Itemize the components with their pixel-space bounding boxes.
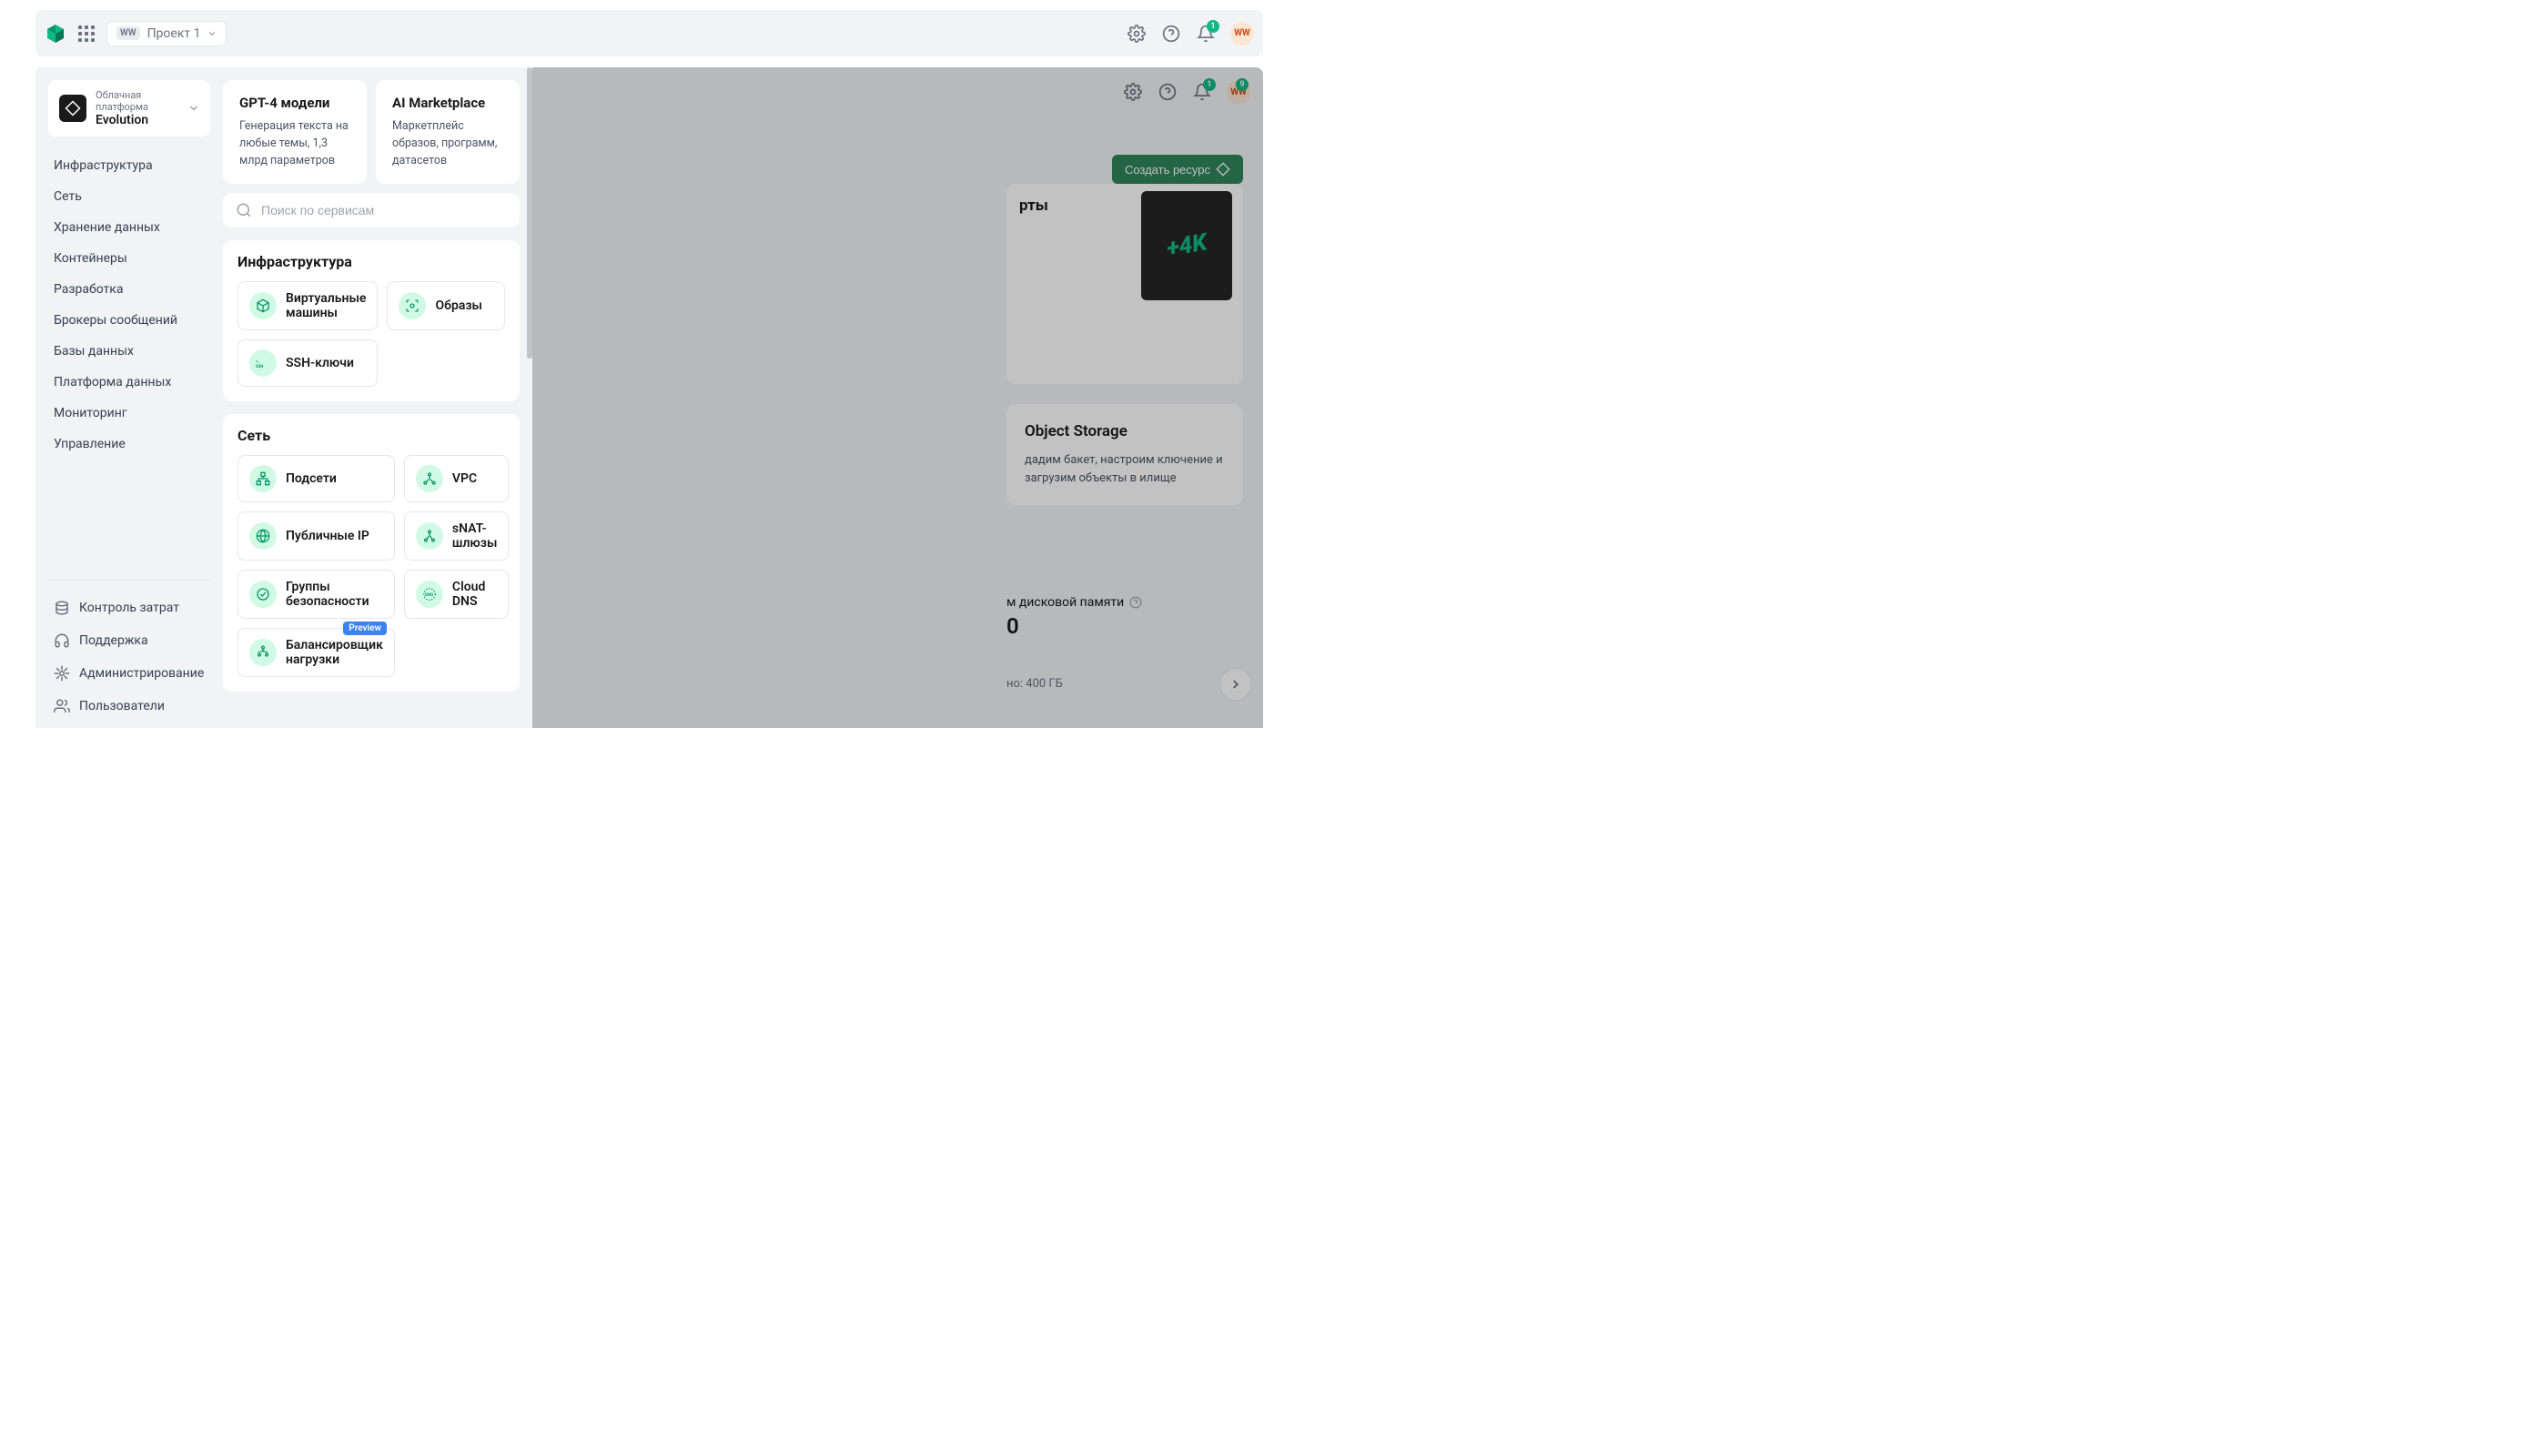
promo-marketplace[interactable]: AI Marketplace Маркетплейс образов, прог…: [376, 80, 520, 184]
svg-text:SSH: SSH: [256, 365, 263, 369]
coins-icon: [54, 600, 70, 616]
bell-icon[interactable]: 1: [1196, 24, 1216, 44]
scrollbar[interactable]: [527, 67, 532, 359]
svg-text:DNS: DNS: [425, 592, 433, 598]
nav-containers[interactable]: Контейнеры: [48, 244, 210, 273]
globe-icon: [249, 522, 277, 550]
notif-badge: 1: [1207, 20, 1219, 33]
support-link[interactable]: Поддержка: [48, 626, 210, 655]
platform-switcher[interactable]: Облачная платформа Evolution: [48, 80, 210, 136]
apps-grid-icon[interactable]: [76, 23, 97, 45]
svc-vpc[interactable]: VPC: [404, 455, 509, 502]
svc-cloud-dns[interactable]: DNS Cloud DNS: [404, 570, 509, 619]
balance-icon: [249, 639, 277, 666]
user-avatar[interactable]: WW: [1230, 22, 1254, 46]
chevron-down-icon: [188, 103, 199, 114]
scan-icon: [399, 292, 426, 319]
headset-icon: [54, 632, 70, 649]
cube-icon: [249, 292, 277, 319]
svg-text:>_: >_: [256, 360, 259, 365]
nav-network[interactable]: Сеть: [48, 182, 210, 211]
admin-link[interactable]: Администрирование: [48, 659, 210, 688]
svc-public-ip[interactable]: Публичные IP: [238, 511, 395, 561]
svc-security-groups[interactable]: Группы безопасности: [238, 570, 395, 619]
search-icon: [236, 202, 252, 218]
settings-icon[interactable]: [1127, 24, 1147, 44]
nav-storage[interactable]: Хранение данных: [48, 213, 210, 242]
nodes-icon: [416, 465, 443, 492]
category-nav: Инфраструктура Сеть Хранение данных Конт…: [48, 151, 210, 459]
dns-icon: DNS: [416, 581, 443, 608]
nav-monitoring[interactable]: Мониторинг: [48, 399, 210, 428]
nav-management[interactable]: Управление: [48, 430, 210, 459]
search-input[interactable]: [261, 203, 507, 217]
platform-icon: [59, 95, 86, 122]
service-search[interactable]: [223, 193, 520, 228]
top-header: WW Проект 1 1 WW: [35, 10, 1263, 56]
nav-infrastructure[interactable]: Инфраструктура: [48, 151, 210, 180]
chevron-down-icon: [207, 29, 217, 38]
users-icon: [54, 698, 70, 714]
nav-data-platform[interactable]: Платформа данных: [48, 368, 210, 397]
cost-control-link[interactable]: Контроль затрат: [48, 593, 210, 622]
svc-snat[interactable]: sNAT-шлюзы: [404, 511, 509, 561]
svc-subnets[interactable]: Подсети: [238, 455, 395, 502]
project-selector[interactable]: WW Проект 1: [106, 21, 227, 46]
nav-databases[interactable]: Базы данных: [48, 337, 210, 366]
project-badge: WW: [116, 26, 140, 40]
terminal-icon: >_SSH: [249, 349, 277, 377]
preview-badge: Preview: [343, 622, 387, 635]
svc-images[interactable]: Образы: [387, 281, 505, 330]
help-icon[interactable]: [1161, 24, 1181, 44]
svc-load-balancer[interactable]: Preview Балансировщик нагрузки: [238, 628, 395, 677]
project-name: Проект 1: [147, 26, 201, 41]
section-infrastructure: Инфраструктура Виртуальные машины Образы…: [223, 240, 520, 401]
section-network: Сеть Подсети VPC Публичные IP: [223, 414, 520, 692]
app-logo[interactable]: [45, 23, 66, 45]
promo-gpt4[interactable]: GPT-4 модели Генерация текста на любые т…: [223, 80, 367, 184]
gear-icon: [54, 665, 70, 682]
users-link[interactable]: Пользователи: [48, 692, 210, 721]
network-icon: [249, 465, 277, 492]
page-body: 1 WW 9 Создать ресурс рты +4K Object Sto…: [35, 67, 1263, 728]
nav-development[interactable]: Разработка: [48, 275, 210, 304]
router-icon: [416, 522, 443, 550]
svc-ssh-keys[interactable]: >_SSH SSH-ключи: [238, 339, 378, 387]
nav-message-brokers[interactable]: Брокеры сообщений: [48, 306, 210, 335]
services-popover: Облачная платформа Evolution Инфраструкт…: [35, 67, 532, 728]
shield-icon: [249, 581, 277, 608]
svc-vm[interactable]: Виртуальные машины: [238, 281, 378, 330]
popover-main: GPT-4 модели Генерация текста на любые т…: [217, 67, 532, 728]
popover-sidebar: Облачная платформа Evolution Инфраструкт…: [35, 67, 217, 728]
